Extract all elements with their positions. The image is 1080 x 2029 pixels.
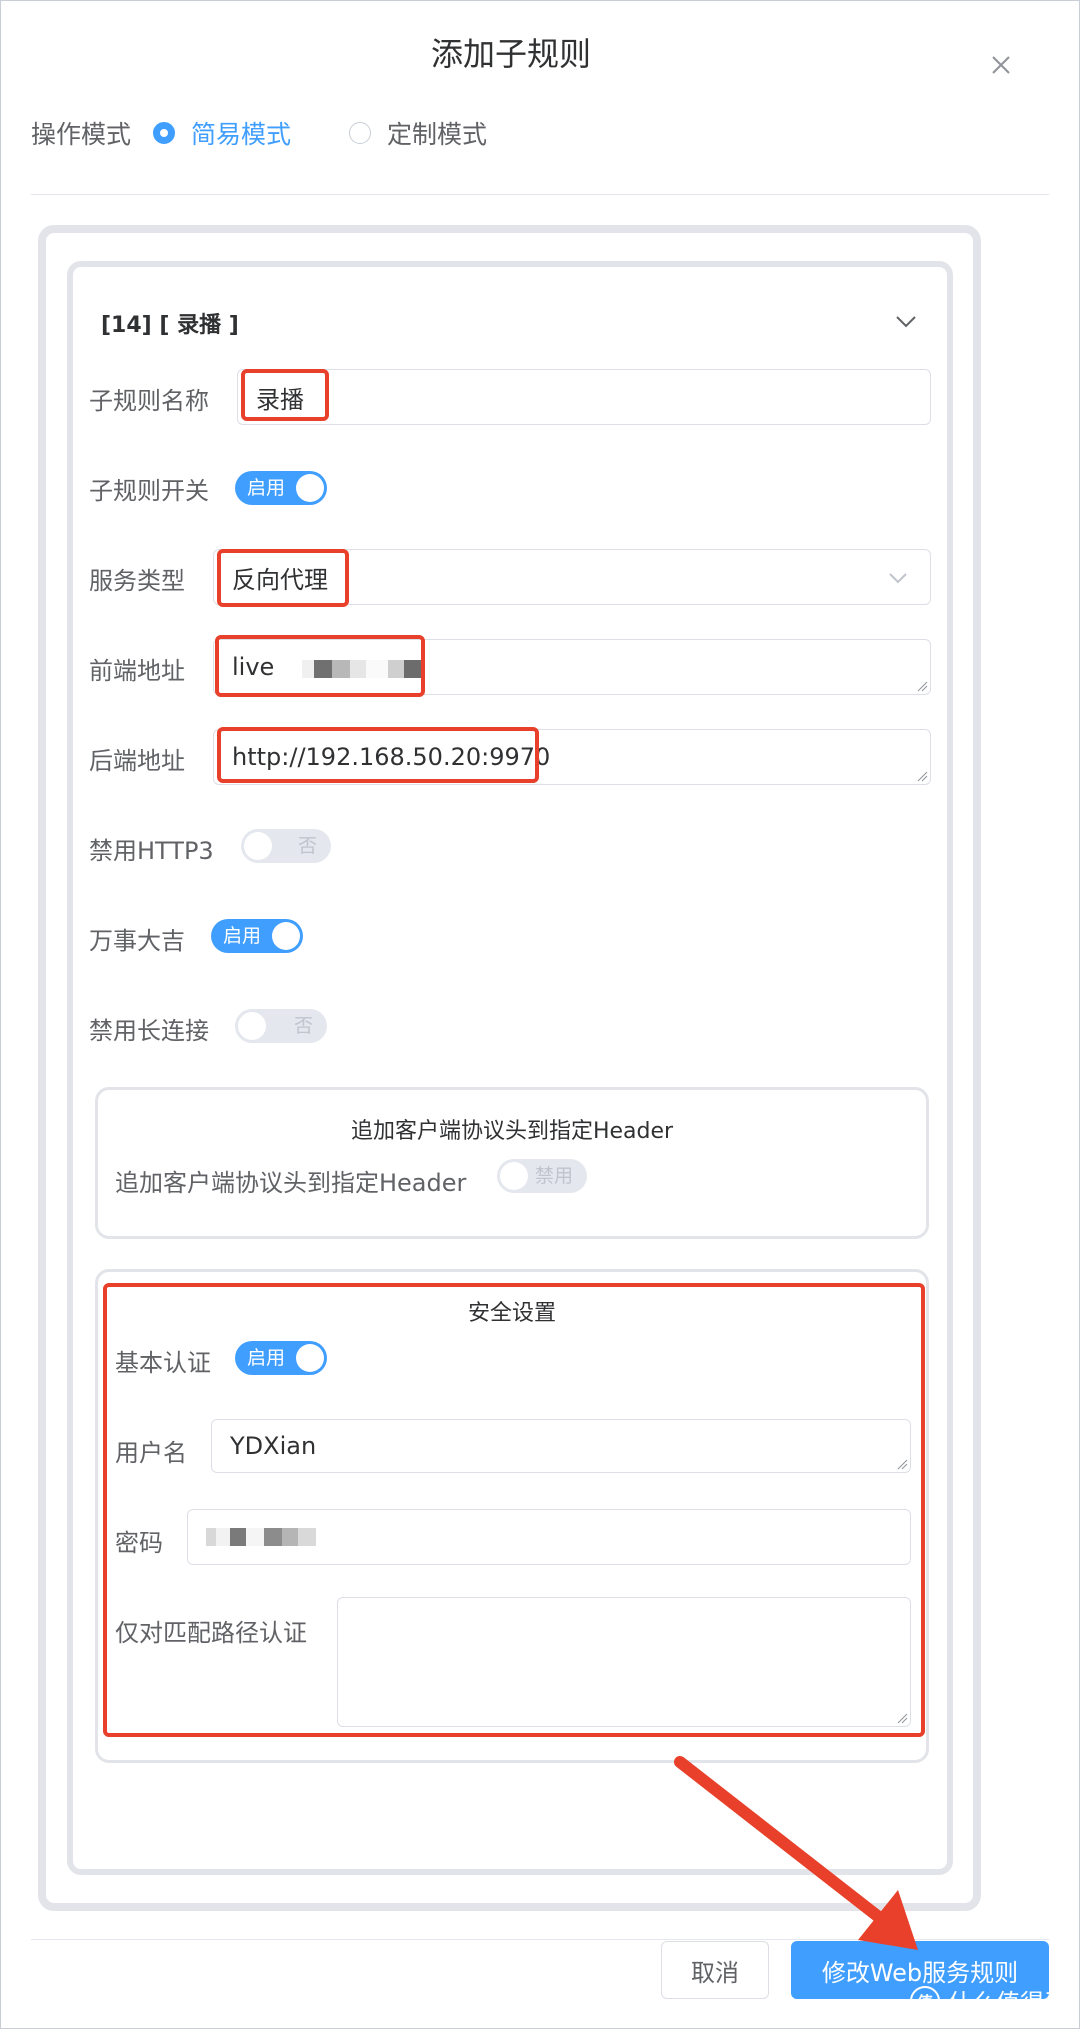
disable-keepalive-text: 否 bbox=[293, 1015, 313, 1037]
resize-handle-icon[interactable] bbox=[916, 680, 928, 692]
path-auth-label: 仅对匹配路径认证 bbox=[115, 1619, 307, 1647]
disable-keepalive-switch[interactable]: 否 bbox=[235, 1009, 327, 1043]
dialog-title: 添加子规则 bbox=[430, 35, 591, 73]
password-label: 密码 bbox=[115, 1529, 163, 1557]
radio-custom-mode-label: 定制模式 bbox=[387, 120, 488, 149]
footer-divider bbox=[31, 1939, 1049, 1940]
header-forward-title: 追加客户端协议头到指定Header bbox=[350, 1119, 674, 1144]
basic-auth-label: 基本认证 bbox=[115, 1349, 211, 1377]
frontend-address-input[interactable]: live bbox=[213, 639, 931, 695]
header-forward-label: 追加客户端协议头到指定Header bbox=[115, 1169, 467, 1197]
subrule-name-label: 子规则名称 bbox=[89, 387, 209, 415]
service-type-value: 反向代理 bbox=[232, 565, 328, 594]
redacted-mosaic bbox=[302, 660, 422, 678]
basic-auth-switch[interactable]: 启用 bbox=[235, 1341, 327, 1375]
radio-simple-mode-label: 简易模式 bbox=[191, 120, 292, 149]
frontend-address-label: 前端地址 bbox=[89, 657, 185, 685]
subrule-switch-text: 启用 bbox=[247, 477, 286, 499]
backend-address-value: http://192.168.50.20:9970 bbox=[232, 743, 551, 771]
username-value: YDXian bbox=[230, 1432, 317, 1460]
wanshi-daji-label: 万事大吉 bbox=[89, 927, 185, 955]
switch-knob bbox=[296, 474, 324, 502]
password-input[interactable] bbox=[187, 1509, 911, 1565]
wanshi-daji-text: 启用 bbox=[223, 925, 262, 947]
cancel-button[interactable]: 取消 bbox=[661, 1941, 769, 1999]
basic-auth-text: 启用 bbox=[247, 1347, 286, 1369]
backend-address-input[interactable]: http://192.168.50.20:9970 bbox=[213, 729, 931, 785]
switch-knob bbox=[244, 832, 272, 860]
security-title: 安全设置 bbox=[467, 1301, 556, 1326]
switch-knob bbox=[500, 1162, 528, 1190]
chevron-down-icon bbox=[889, 573, 907, 584]
disable-http3-text: 否 bbox=[297, 835, 317, 857]
watermark-logo-icon: 值 bbox=[910, 1985, 940, 2016]
wanshi-daji-switch[interactable]: 启用 bbox=[211, 919, 303, 953]
backend-address-label: 后端地址 bbox=[89, 747, 185, 775]
path-auth-textarea[interactable] bbox=[337, 1597, 911, 1727]
disable-http3-label: 禁用HTTP3 bbox=[89, 837, 214, 865]
service-type-select[interactable]: 反向代理 bbox=[213, 549, 931, 605]
service-type-label: 服务类型 bbox=[89, 567, 185, 595]
subrule-enable-switch[interactable]: 启用 bbox=[235, 471, 327, 505]
radio-checked-icon bbox=[153, 122, 176, 144]
top-divider bbox=[31, 194, 1049, 195]
add-subrule-dialog: 添加子规则 操作模式 简易模式 定制模式 [14] [ 录播 ] 子规则名称 录… bbox=[0, 0, 1080, 2029]
switch-knob bbox=[272, 922, 300, 950]
close-icon[interactable] bbox=[987, 51, 1015, 79]
redacted-mosaic bbox=[206, 1528, 316, 1546]
switch-knob bbox=[296, 1344, 324, 1372]
operation-mode-label: 操作模式 bbox=[31, 120, 132, 149]
frontend-address-value: live bbox=[232, 653, 275, 681]
subrule-name-value: 录播 bbox=[256, 385, 304, 414]
disable-keepalive-label: 禁用长连接 bbox=[89, 1017, 209, 1045]
radio-unchecked-icon bbox=[349, 122, 372, 144]
username-input[interactable]: YDXian bbox=[211, 1419, 911, 1473]
chevron-down-icon[interactable] bbox=[895, 315, 917, 329]
operation-mode-row: 操作模式 简易模式 定制模式 bbox=[31, 113, 487, 153]
resize-handle-icon[interactable] bbox=[896, 1712, 908, 1724]
subrule-switch-label: 子规则开关 bbox=[89, 477, 209, 505]
subrule-name-input[interactable]: 录播 bbox=[237, 369, 931, 425]
resize-handle-icon[interactable] bbox=[916, 770, 928, 782]
watermark-text: 什么值得买 bbox=[948, 1989, 1068, 2017]
rule-collapse-header[interactable]: [14] [ 录播 ] bbox=[101, 307, 239, 339]
username-label: 用户名 bbox=[115, 1439, 187, 1467]
site-watermark: 值 什么值得买 bbox=[910, 1983, 1068, 2018]
header-forward-switch[interactable]: 禁用 bbox=[497, 1159, 587, 1193]
radio-simple-mode[interactable]: 简易模式 bbox=[153, 115, 291, 151]
header-forward-text: 禁用 bbox=[534, 1165, 573, 1187]
switch-knob bbox=[238, 1012, 266, 1040]
disable-http3-switch[interactable]: 否 bbox=[241, 829, 331, 863]
resize-handle-icon[interactable] bbox=[896, 1458, 908, 1470]
radio-custom-mode[interactable]: 定制模式 bbox=[349, 115, 487, 151]
